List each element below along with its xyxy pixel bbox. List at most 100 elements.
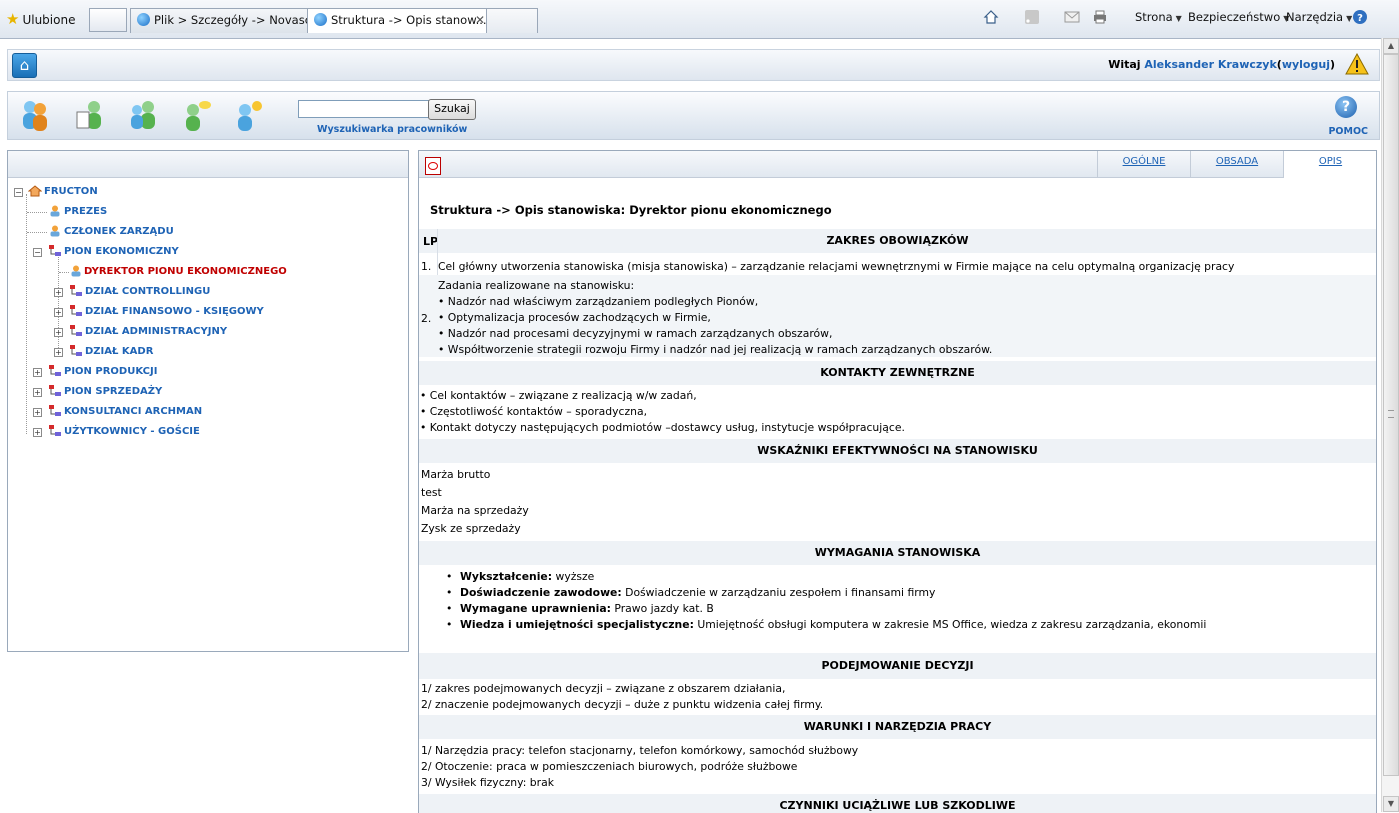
expand-toggle[interactable]: + (54, 288, 63, 297)
org-unit-icon (49, 405, 61, 416)
expand-toggle[interactable]: + (33, 428, 42, 437)
requirement-item: Wykształcenie: wyższe (446, 570, 594, 583)
tree-node-czlonek-zarzadu[interactable]: CZŁONEK ZARZĄDU (64, 226, 174, 237)
print-icon[interactable] (1092, 9, 1108, 25)
tree-node-pion-sprzedazy[interactable]: PION SPRZEDAŻY (64, 386, 162, 397)
tree-node-uzytkownicy-goscie[interactable]: UŻYTKOWNICY - GOŚCIE (64, 426, 200, 437)
tab-obsada[interactable]: OBSADA (1190, 151, 1283, 177)
section-header-decyzje: PODEJMOWANIE DECYZJI (419, 653, 1376, 679)
tree-node-prezes[interactable]: PREZES (64, 206, 107, 217)
tree-node-dzial-administracyjny[interactable]: DZIAŁ ADMINISTRACYJNY (85, 326, 227, 337)
users-org-icon[interactable] (128, 98, 158, 132)
collapse-toggle[interactable]: − (14, 188, 23, 197)
org-unit-icon (70, 345, 82, 356)
home-icon[interactable] (983, 9, 999, 25)
search-caption: Wyszukiwarka pracowników (317, 124, 468, 135)
duty-text: • Nadzór nad właściwym zarządzaniem podl… (438, 295, 759, 308)
kpi-block: Marża brutto test Marża na sprzedaży Zys… (419, 467, 1376, 539)
contact-line: • Cel kontaktów – związane z realizacją … (420, 389, 697, 402)
help-button[interactable]: ? (1335, 96, 1357, 118)
warning-icon[interactable] (1345, 53, 1369, 75)
browser-tab-1[interactable]: Plik > Szczegóły -> Novasco... (130, 8, 308, 33)
person-icon (71, 265, 81, 277)
tree-node-pion-produkcji[interactable]: PION PRODUKCJI (64, 366, 157, 377)
content-tabs: OGÓLNE OBSADA OPIS (419, 151, 1376, 178)
duty-row: 1. Cel główny utworzenia stanowiska (mis… (419, 255, 1376, 275)
pdf-export-icon[interactable] (425, 157, 441, 175)
lp-header: LP (423, 235, 439, 248)
scroll-down-arrow[interactable]: ▼ (1383, 796, 1399, 812)
page-menu[interactable]: Strona ▼ (1135, 10, 1182, 24)
requirement-label: Wykształcenie: (460, 570, 553, 583)
expand-toggle[interactable]: + (54, 348, 63, 357)
tools-menu[interactable]: Narzędzia ▼ (1286, 10, 1352, 24)
home-button[interactable]: ⌂ (12, 53, 37, 78)
contacts-block: • Cel kontaktów – związane z realizacją … (419, 388, 1376, 438)
requirement-value: Umiejętność obsługi komputera w zakresie… (697, 618, 1207, 631)
mail-icon[interactable] (1064, 9, 1080, 25)
tree-node-dzial-kadr[interactable]: DZIAŁ KADR (85, 346, 153, 357)
collapse-toggle[interactable]: − (33, 248, 42, 257)
decisions-block: 1/ zakres podejmowanych decyzji – związa… (419, 681, 1376, 715)
tree-node-dyrektor-pionu-ekonomicznego[interactable]: DYREKTOR PIONU EKONOMICZNEGO (84, 266, 287, 277)
help-label[interactable]: POMOC (1328, 126, 1368, 137)
feeds-icon[interactable] (1024, 9, 1040, 25)
requirement-value: Doświadczenie w zarządzaniu zespołem i f… (625, 586, 936, 599)
security-menu[interactable]: Bezpieczeństwo ▼ (1188, 10, 1289, 24)
welcome-prefix: Witaj (1108, 58, 1141, 71)
contact-line: • Częstotliwość kontaktów – sporadyczna, (420, 405, 648, 418)
kpi-item: Zysk ze sprzedaży (421, 522, 521, 535)
org-unit-icon (49, 385, 61, 396)
decision-line: 2/ znaczenie podejmowanych decyzji – duż… (421, 698, 824, 711)
expand-toggle[interactable]: + (54, 328, 63, 337)
close-tab-icon[interactable]: ✕ (475, 9, 485, 32)
tree-line (58, 254, 59, 354)
favorites-label: Ulubione (22, 13, 76, 27)
group-users-icon[interactable] (20, 98, 50, 132)
page-scrollbar[interactable]: ▲ ▼ (1381, 38, 1399, 812)
org-unit-icon (70, 305, 82, 316)
scroll-thumb[interactable] (1383, 54, 1399, 776)
duty-text: Cel główny utworzenia stanowiska (misja … (438, 260, 1235, 273)
quick-tabs-button[interactable] (89, 8, 127, 32)
user-name-link[interactable]: Aleksander Krawczyk (1144, 58, 1276, 71)
duty-text: • Nadzór nad procesami decyzyjnymi w ram… (438, 327, 833, 340)
star-icon: ★ (6, 10, 20, 28)
scroll-up-arrow[interactable]: ▲ (1383, 38, 1399, 54)
user-chat-icon[interactable] (181, 98, 211, 132)
section-header-zakres: ZAKRES OBOWIĄZKÓW (419, 229, 1376, 253)
page-title: Struktura -> Opis stanowiska: Dyrektor p… (430, 203, 832, 217)
favorites-button[interactable]: ★ Ulubione (6, 10, 75, 28)
kpi-item: Marża brutto (421, 468, 491, 481)
help-icon[interactable]: ? (1352, 9, 1368, 25)
tab-opis[interactable]: OPIS (1283, 151, 1376, 178)
logout-link[interactable]: wyloguj (1282, 58, 1330, 71)
tab-ogolne[interactable]: OGÓLNE (1097, 151, 1190, 177)
tree-node-pion-ekonomiczny[interactable]: PION EKONOMICZNY (64, 246, 179, 257)
users-list-icon[interactable] (74, 98, 104, 132)
employee-search-input[interactable] (298, 100, 432, 118)
tree-line (59, 272, 69, 273)
expand-toggle[interactable]: + (54, 308, 63, 317)
requirement-item: Doświadczenie zawodowe: Doświadczenie w … (446, 586, 936, 599)
search-button[interactable]: Szukaj (428, 99, 476, 120)
user-sun-icon[interactable] (233, 98, 263, 132)
condition-line: 1/ Narzędzia pracy: telefon stacjonarny,… (421, 744, 859, 757)
expand-toggle[interactable]: + (33, 388, 42, 397)
tree-node-dzial-finansowo-ksiegowy[interactable]: DZIAŁ FINANSOWO - KSIĘGOWY (85, 306, 264, 317)
house-icon (28, 185, 42, 197)
section-header-wymagania: WYMAGANIA STANOWISKA (419, 541, 1376, 565)
tree-node-konsultanci-archman[interactable]: KONSULTANCI ARCHMAN (64, 406, 202, 417)
welcome-text: Witaj Aleksander Krawczyk(wyloguj) (1108, 58, 1335, 71)
structure-tree-panel: − FRUCTON PREZES CZŁONEK ZARZĄDU − PION … (7, 150, 409, 652)
new-tab-button[interactable] (486, 8, 538, 33)
requirement-label: Wiedza i umiejętności specjalistyczne: (460, 618, 694, 631)
expand-toggle[interactable]: + (33, 368, 42, 377)
tree-node-root[interactable]: FRUCTON (44, 186, 98, 197)
browser-tab-2[interactable]: Struktura -> Opis stanow... ✕ (307, 8, 492, 33)
tree-node-dzial-controllingu[interactable]: DZIAŁ CONTROLLINGU (85, 286, 210, 297)
paren-close: ) (1329, 58, 1335, 71)
expand-toggle[interactable]: + (33, 408, 42, 417)
org-unit-icon (49, 245, 61, 256)
duty-text: • Współtworzenie strategii rozwoju Firmy… (438, 343, 993, 356)
